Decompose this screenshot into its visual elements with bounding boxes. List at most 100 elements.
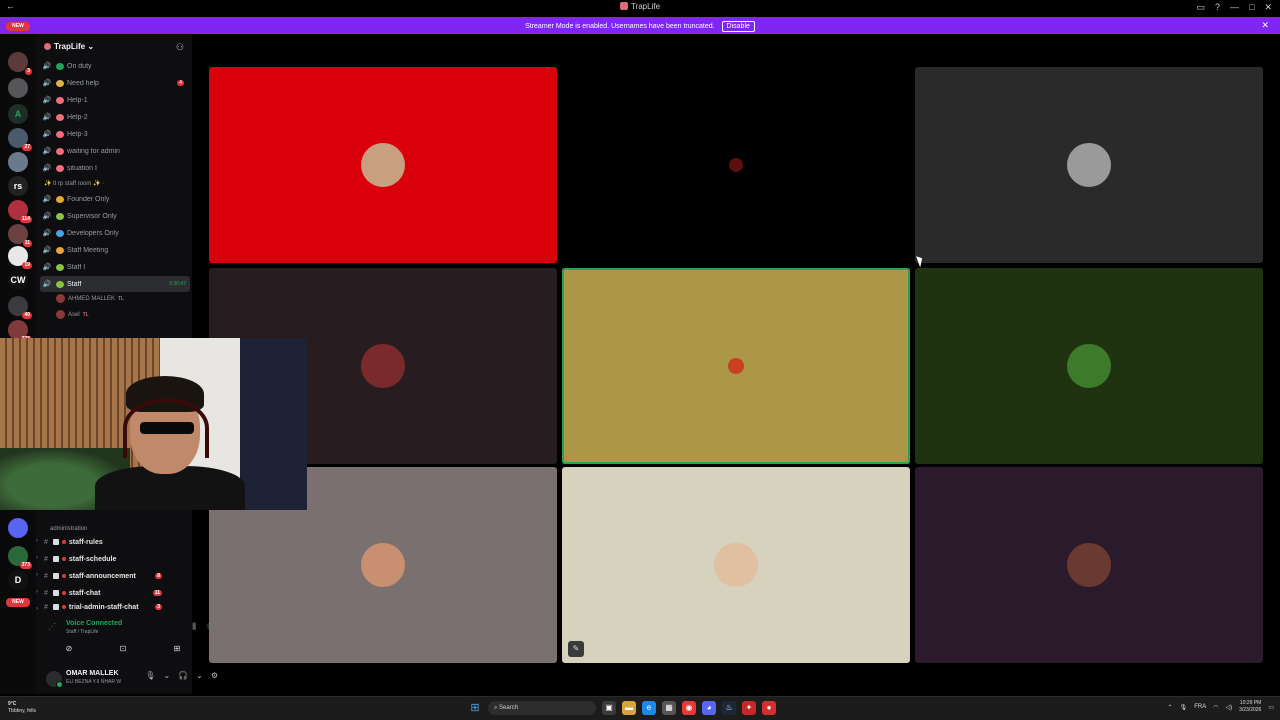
mic-icon[interactable]: 🎙 [1180, 704, 1188, 711]
close-window-icon[interactable]: ✕ [1264, 2, 1272, 13]
server-icon[interactable]: CW [8, 270, 28, 290]
expand-chevron-icon[interactable]: › [36, 538, 38, 544]
server-icon[interactable]: 11 [8, 224, 32, 247]
video-tile[interactable] [915, 467, 1263, 663]
store-icon[interactable]: ▦ [662, 701, 676, 715]
taskbar-search[interactable]: ⌕ Search [488, 701, 596, 715]
voice-channel[interactable]: 🔊 waiting for admin [40, 143, 190, 159]
server-icon[interactable]: rs [8, 176, 28, 196]
task-view-icon[interactable]: ▣ [602, 701, 616, 715]
server-icon[interactable]: 40 [8, 296, 32, 319]
voice-status[interactable]: Voice Connected [66, 620, 122, 627]
obs-icon[interactable]: ● [762, 701, 776, 715]
voice-channel-staff[interactable]: 🔊 Staff 9:30:47 [40, 276, 190, 292]
voice-channel[interactable]: 🔊 Supervisor Only [40, 208, 190, 224]
server-icon[interactable] [8, 152, 28, 172]
text-channel[interactable]: # staff-schedule [44, 551, 168, 567]
close-banner-icon[interactable]: ✕ [1261, 20, 1269, 31]
server-icon[interactable] [8, 78, 28, 98]
edge-icon[interactable]: e [642, 701, 656, 715]
voice-member[interactable]: Asel TL [56, 310, 89, 319]
server-icon[interactable]: D [8, 570, 28, 590]
voice-channel[interactable]: 🔊 Staff Meeting [40, 242, 190, 258]
new-servers-badge-bottom[interactable]: NEW [6, 598, 30, 607]
video-tile[interactable] [915, 268, 1263, 464]
mention-badge: 8 [155, 573, 162, 579]
text-channel[interactable]: # staff-announcement 8 [44, 568, 168, 584]
voice-member[interactable]: AHMED MALLEK TL [56, 294, 124, 303]
voice-channel[interactable]: 🔊 Help-3 [40, 126, 190, 142]
voice-channel[interactable]: 🔊 Developers Only [40, 225, 190, 241]
user-avatar[interactable] [46, 671, 63, 688]
microphone-icon[interactable]: 🎙 [145, 671, 155, 680]
text-channel[interactable]: # staff-rules [44, 534, 168, 550]
discord-taskbar-icon[interactable]: ◕ [702, 701, 716, 715]
minimize-icon[interactable]: — [1230, 2, 1239, 13]
server-icon[interactable]: 376 [8, 320, 32, 343]
server-icon[interactable]: 373 [8, 546, 32, 569]
headphones-icon[interactable]: 🎧 [178, 671, 188, 680]
new-servers-badge-top[interactable]: NEW [6, 22, 30, 31]
video-tile[interactable] [562, 268, 910, 464]
tray-chevron-icon[interactable]: ⌃ [1168, 704, 1173, 711]
voice-location[interactable]: Staff / TrapLife [66, 629, 98, 635]
chevron-down-icon[interactable]: ⌄ [163, 671, 170, 680]
speaker-icon[interactable]: ◁) [1225, 704, 1232, 711]
signal-icon[interactable]: ⋰ [48, 622, 56, 631]
game-launcher-icon[interactable]: ✦ [742, 701, 756, 715]
notification-icon[interactable]: ▭ [1268, 704, 1274, 711]
expand-chevron-icon[interactable]: › [36, 606, 38, 612]
screen-share-button[interactable]: ⊡ [108, 642, 138, 656]
maximize-icon[interactable]: □ [1249, 2, 1254, 13]
expand-chevron-icon[interactable]: › [36, 555, 38, 561]
category-staff-room[interactable]: ✨ tl rp staff room ✨ · [44, 180, 104, 187]
noise-suppression-icon[interactable]: ⫼ [192, 622, 196, 632]
windows-start-icon[interactable]: ⊞ [468, 701, 482, 715]
video-tile[interactable] [562, 67, 910, 263]
user-name[interactable]: OMAR MALLEK [66, 670, 119, 677]
server-icon[interactable]: 27 [8, 128, 32, 151]
text-channel[interactable]: # staff-chat 11 [44, 585, 168, 601]
speaker-icon: 🔊 [42, 114, 52, 121]
weather-widget[interactable]: 9°C Tbbbny, fells [8, 701, 36, 715]
user-status[interactable]: ELI BEZNA Y.II NHAR W [66, 679, 121, 685]
discord-window: ← TrapLife ▭ ? — □ ✕ Streamer Mode is en… [0, 0, 1280, 720]
clock[interactable]: 10:29 PM 3/23/2026 [1239, 700, 1261, 714]
expand-chevron-icon[interactable]: › [36, 589, 38, 595]
inbox-icon[interactable]: ▭ [1196, 2, 1205, 13]
camera-off-button[interactable]: ⊘ [54, 642, 84, 656]
video-tile[interactable] [209, 67, 557, 263]
voice-channel[interactable]: 🔊 Need help 4 [40, 75, 190, 91]
chrome-icon[interactable]: ◉ [682, 701, 696, 715]
voice-channel[interactable]: 🔊 On duty [40, 58, 190, 74]
server-icon[interactable]: A [8, 104, 28, 124]
voice-channel[interactable]: 🔊 Help-2 [40, 109, 190, 125]
file-explorer-icon[interactable]: ▬ [622, 701, 636, 715]
server-header[interactable]: TrapLife ⌄ [44, 42, 94, 51]
tray-language[interactable]: FRA [1194, 704, 1206, 710]
expand-chevron-icon[interactable]: › [36, 572, 38, 578]
text-channel[interactable]: # trial-admin-staff-chat 3 [44, 602, 168, 612]
voice-channel[interactable]: 🔊 Help-1 [40, 92, 190, 108]
video-tile[interactable] [915, 67, 1263, 263]
channel-label: Help-1 [67, 96, 88, 104]
category-administration[interactable]: administration [50, 526, 87, 532]
lock-icon [52, 573, 59, 579]
server-icon[interactable]: 19 [8, 246, 32, 269]
steam-icon[interactable]: ♨ [722, 701, 736, 715]
voice-channel[interactable]: 🔊 Staff I [40, 259, 190, 275]
voice-channel[interactable]: 🔊 Founder Only [40, 191, 190, 207]
server-icon[interactable] [8, 518, 28, 538]
video-tile[interactable]: ✎ [562, 467, 910, 663]
settings-gear-icon[interactable]: ⚙ [211, 671, 218, 680]
server-icon [44, 43, 51, 50]
chevron-down-icon[interactable]: ⌄ [196, 671, 203, 680]
server-icon[interactable]: 114 [8, 200, 32, 223]
wifi-icon[interactable]: ◠ [1213, 704, 1218, 711]
add-user-icon[interactable]: ⚇ [176, 42, 184, 53]
disable-streamer-mode-button[interactable]: Disable [721, 21, 755, 32]
activity-button[interactable]: ⊞ [162, 642, 192, 656]
help-icon[interactable]: ? [1215, 2, 1220, 13]
voice-channel[interactable]: 🔊 situation I [40, 160, 190, 176]
server-icon[interactable]: 3 [8, 52, 32, 75]
